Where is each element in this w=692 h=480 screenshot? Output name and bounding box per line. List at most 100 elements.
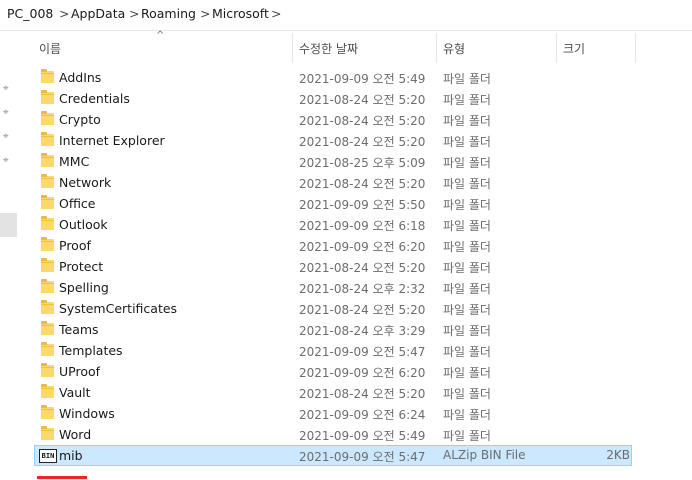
- list-item[interactable]: Spelling 2021-08-24 오후 2:32 파일 폴더: [34, 277, 632, 298]
- file-type: 파일 폴더: [443, 429, 491, 443]
- pin-icon[interactable]: ⌖: [3, 84, 13, 94]
- file-date: 2021-09-09 오전 6:20: [299, 240, 426, 254]
- folder-icon: [41, 216, 54, 230]
- file-type: 파일 폴더: [443, 282, 491, 296]
- file-date: 2021-08-24 오전 5:20: [299, 135, 426, 149]
- folder-icon: [41, 321, 54, 335]
- file-name: Credentials: [59, 91, 130, 106]
- file-date: 2021-08-24 오전 5:20: [299, 387, 426, 401]
- file-name: AddIns: [59, 70, 102, 85]
- list-item[interactable]: Windows 2021-09-09 오전 6:24 파일 폴더: [34, 403, 632, 424]
- folder-icon: [41, 363, 54, 377]
- file-date: 2021-08-24 오후 3:29: [299, 324, 426, 338]
- red-underline-annotation: [37, 476, 87, 479]
- folder-icon: [41, 237, 54, 251]
- file-type: 파일 폴더: [443, 177, 491, 191]
- bin-file-icon: BIN: [39, 449, 57, 463]
- file-date: 2021-09-09 오전 5:47: [299, 450, 426, 464]
- file-name: Windows: [59, 406, 115, 421]
- file-date: 2021-08-24 오전 5:20: [299, 93, 426, 107]
- list-item[interactable]: Internet Explorer 2021-08-24 오전 5:20 파일 …: [34, 130, 632, 151]
- folder-icon: [41, 258, 54, 272]
- chevron-right-icon[interactable]: >: [129, 6, 139, 21]
- file-type: 파일 폴더: [443, 303, 491, 317]
- file-name: Spelling: [59, 280, 109, 295]
- folder-icon: [41, 111, 54, 125]
- file-name: Vault: [59, 385, 91, 400]
- file-type: 파일 폴더: [443, 408, 491, 422]
- column-header-date[interactable]: 수정한 날짜: [299, 40, 358, 57]
- list-item[interactable]: Teams 2021-08-24 오후 3:29 파일 폴더: [34, 319, 632, 340]
- file-type: 파일 폴더: [443, 198, 491, 212]
- column-divider[interactable]: [292, 33, 293, 63]
- chevron-right-icon[interactable]: >: [271, 6, 281, 21]
- column-divider[interactable]: [635, 33, 636, 63]
- list-item[interactable]: Network 2021-08-24 오전 5:20 파일 폴더: [34, 172, 632, 193]
- file-name: Network: [59, 175, 112, 190]
- file-name: Proof: [59, 238, 91, 253]
- file-name: Office: [59, 196, 96, 211]
- file-date: 2021-09-09 오전 5:47: [299, 345, 426, 359]
- file-name: Templates: [59, 343, 123, 358]
- file-date: 2021-09-09 오전 6:24: [299, 408, 426, 422]
- pin-icon[interactable]: ⌖: [3, 132, 13, 142]
- column-header-type[interactable]: 유형: [443, 40, 465, 57]
- folder-icon: [41, 153, 54, 167]
- breadcrumb: PC_008 > AppData > Roaming > Microsoft >: [0, 0, 692, 31]
- list-item[interactable]: AddIns 2021-09-09 오전 5:49 파일 폴더: [34, 67, 632, 88]
- file-name: UProof: [59, 364, 101, 379]
- file-type: 파일 폴더: [443, 219, 491, 233]
- breadcrumb-item-appdata[interactable]: AppData: [71, 6, 125, 21]
- folder-icon: [41, 342, 54, 356]
- file-date: 2021-09-09 오전 6:18: [299, 219, 426, 233]
- folder-icon: [41, 195, 54, 209]
- breadcrumb-item-roaming[interactable]: Roaming: [141, 6, 196, 21]
- list-item[interactable]: UProof 2021-09-09 오전 6:20 파일 폴더: [34, 361, 632, 382]
- file-date: 2021-08-24 오후 2:32: [299, 282, 426, 296]
- breadcrumb-item-pc[interactable]: PC_008: [7, 6, 53, 21]
- file-type: 파일 폴더: [443, 366, 491, 380]
- list-item[interactable]: Office 2021-09-09 오전 5:50 파일 폴더: [34, 193, 632, 214]
- list-item[interactable]: SystemCertificates 2021-08-24 오전 5:20 파일…: [34, 298, 632, 319]
- file-name: Protect: [59, 259, 104, 274]
- list-item[interactable]: Crypto 2021-08-24 오전 5:20 파일 폴더: [34, 109, 632, 130]
- pin-icon[interactable]: ⌖: [3, 108, 13, 118]
- file-date: 2021-09-09 오전 6:20: [299, 366, 426, 380]
- list-item[interactable]: MMC 2021-08-25 오후 5:09 파일 폴더: [34, 151, 632, 172]
- list-item[interactable]: Word 2021-09-09 오전 5:49 파일 폴더: [34, 424, 632, 445]
- column-header-name[interactable]: 이름: [39, 40, 61, 57]
- file-date: 2021-08-24 오전 5:20: [299, 303, 426, 317]
- folder-icon: [41, 90, 54, 104]
- folder-icon: [41, 174, 54, 188]
- chevron-right-icon[interactable]: >: [59, 6, 69, 21]
- column-divider[interactable]: [436, 33, 437, 63]
- file-type: 파일 폴더: [443, 324, 491, 338]
- list-item[interactable]: Outlook 2021-09-09 오전 6:18 파일 폴더: [34, 214, 632, 235]
- list-item[interactable]: Credentials 2021-08-24 오전 5:20 파일 폴더: [34, 88, 632, 109]
- folder-icon: [41, 69, 54, 83]
- file-name: Word: [59, 427, 92, 442]
- breadcrumb-item-microsoft[interactable]: Microsoft: [212, 6, 269, 21]
- file-type: 파일 폴더: [443, 345, 491, 359]
- navigation-pane-edge: ⌖ ⌖ ⌖ ⌖: [0, 32, 17, 480]
- column-divider[interactable]: [556, 33, 557, 63]
- file-name: Internet Explorer: [59, 133, 165, 148]
- folder-icon: [41, 384, 54, 398]
- chevron-right-icon[interactable]: >: [200, 6, 210, 21]
- file-date: 2021-09-09 오전 5:49: [299, 72, 426, 86]
- list-item[interactable]: Proof 2021-09-09 오전 6:20 파일 폴더: [34, 235, 632, 256]
- list-item[interactable]: Protect 2021-08-24 오전 5:20 파일 폴더: [34, 256, 632, 277]
- file-name: Crypto: [59, 112, 101, 127]
- file-type: 파일 폴더: [443, 387, 491, 401]
- column-header-size[interactable]: 크기: [563, 40, 585, 57]
- file-date: 2021-08-24 오전 5:20: [299, 177, 426, 191]
- nav-scrollbar-thumb[interactable]: [0, 213, 17, 237]
- file-name: mib: [59, 448, 83, 463]
- file-type: 파일 폴더: [443, 261, 491, 275]
- file-date: 2021-08-24 오전 5:20: [299, 261, 426, 275]
- list-item-selected[interactable]: BIN mib 2021-09-09 오전 5:47 ALZip BIN Fil…: [34, 445, 632, 466]
- pin-icon[interactable]: ⌖: [3, 156, 13, 166]
- file-name: Teams: [59, 322, 99, 337]
- list-item[interactable]: Templates 2021-09-09 오전 5:47 파일 폴더: [34, 340, 632, 361]
- list-item[interactable]: Vault 2021-08-24 오전 5:20 파일 폴더: [34, 382, 632, 403]
